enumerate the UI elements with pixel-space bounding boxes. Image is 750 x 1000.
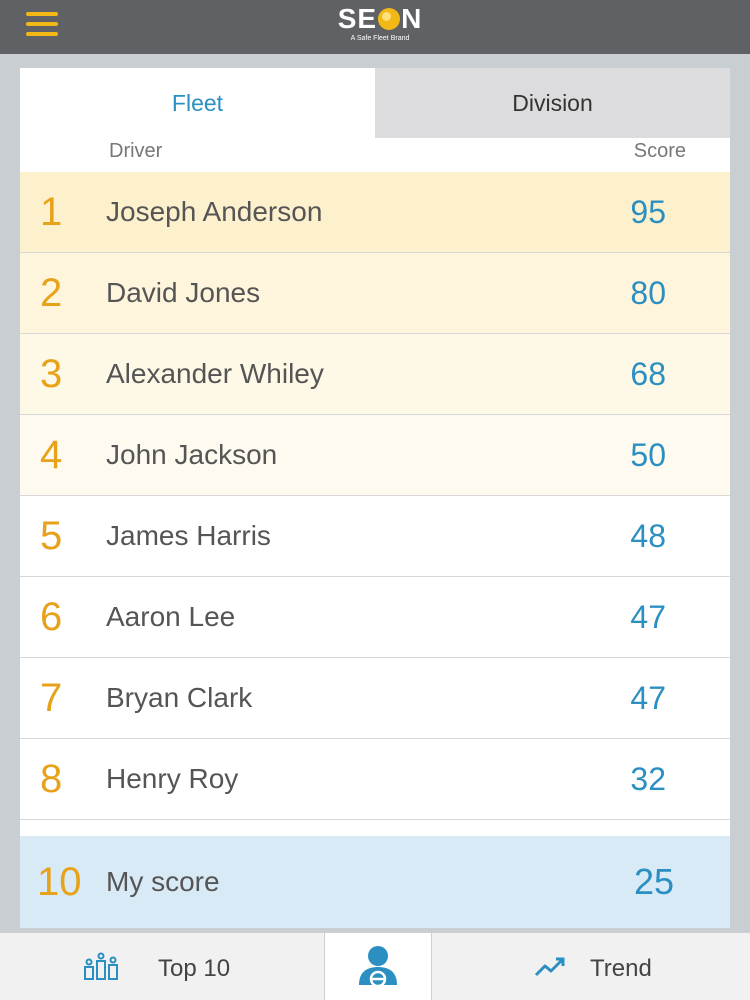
driver-score: 68 — [630, 356, 666, 392]
driver-score: 48 — [630, 518, 666, 554]
driver-column-header: Driver — [109, 140, 163, 162]
leaderboard-card: Fleet Division Driver Score 1 Joseph Ande… — [20, 68, 730, 928]
driver-score: 47 — [630, 680, 666, 716]
driver-name: Joseph Anderson — [106, 196, 323, 227]
scope-tabs: Fleet Division — [20, 68, 730, 138]
hamburger-menu-icon[interactable] — [26, 12, 58, 38]
driver-icon — [355, 943, 401, 992]
top10-tab[interactable]: Top 10 — [0, 933, 324, 1000]
driver-rank: 1 — [40, 190, 63, 234]
driver-tab[interactable] — [324, 933, 432, 1000]
table-row[interactable]: 1 Joseph Anderson 95 — [20, 172, 730, 253]
column-headers: Driver Score — [20, 140, 730, 174]
trend-label: Trend — [590, 955, 652, 982]
score-column-header: Score — [633, 140, 686, 162]
table-row[interactable]: 2 David Jones 80 — [20, 253, 730, 334]
driver-score: 47 — [630, 599, 666, 635]
table-row[interactable]: 6 Aaron Lee 47 — [20, 577, 730, 658]
trend-tab[interactable]: Trend — [432, 933, 750, 1000]
leaderboard-icon — [82, 951, 122, 986]
brand-tagline: A Safe Fleet Brand — [350, 35, 410, 42]
table-row[interactable]: 3 Alexander Whiley 68 — [20, 334, 730, 415]
driver-name: John Jackson — [106, 439, 278, 470]
driver-rank: 2 — [40, 271, 63, 315]
driver-score: 95 — [630, 194, 666, 230]
driver-list: 1 Joseph Anderson 95 2 David Jones 80 3 Alexand… — [20, 172, 730, 820]
my-score-label: My score — [106, 866, 220, 897]
my-score-row[interactable]: 10 My score 25 — [20, 836, 730, 928]
top10-label: Top 10 — [158, 955, 231, 982]
trend-icon — [534, 955, 566, 984]
driver-rank: 5 — [40, 514, 63, 558]
driver-rank: 6 — [40, 595, 63, 639]
tab-fleet[interactable]: Fleet — [20, 68, 375, 138]
table-row[interactable]: 5 James Harris 48 — [20, 496, 730, 577]
driver-name: Henry Roy — [106, 763, 239, 794]
driver-name: David Jones — [106, 277, 261, 308]
tab-division[interactable]: Division — [375, 68, 730, 138]
table-row[interactable]: 4 John Jackson 50 — [20, 415, 730, 496]
driver-score: 50 — [630, 437, 666, 473]
my-score-rank: 10 — [37, 860, 82, 904]
table-row[interactable]: 8 Henry Roy 32 — [20, 739, 730, 820]
driver-rank: 7 — [40, 676, 63, 720]
my-score-value: 25 — [633, 861, 674, 902]
driver-name: Bryan Clark — [106, 682, 253, 713]
logo-o-icon — [378, 8, 401, 30]
driver-name: James Harris — [106, 520, 271, 551]
bottom-navigation: Top 10 Trend — [0, 932, 750, 1000]
driver-score: 80 — [630, 275, 666, 311]
driver-rank: 3 — [40, 352, 63, 396]
driver-rank: 8 — [40, 757, 63, 801]
top-bar: SE N A Safe Fleet Brand — [0, 0, 750, 54]
driver-name: Alexander Whiley — [106, 358, 324, 389]
table-row[interactable]: 7 Bryan Clark 47 — [20, 658, 730, 739]
brand-logo: SE N A Safe Fleet Brand — [330, 3, 430, 47]
driver-score: 32 — [630, 761, 666, 797]
driver-name: Aaron Lee — [106, 601, 236, 632]
driver-rank: 4 — [40, 433, 63, 477]
